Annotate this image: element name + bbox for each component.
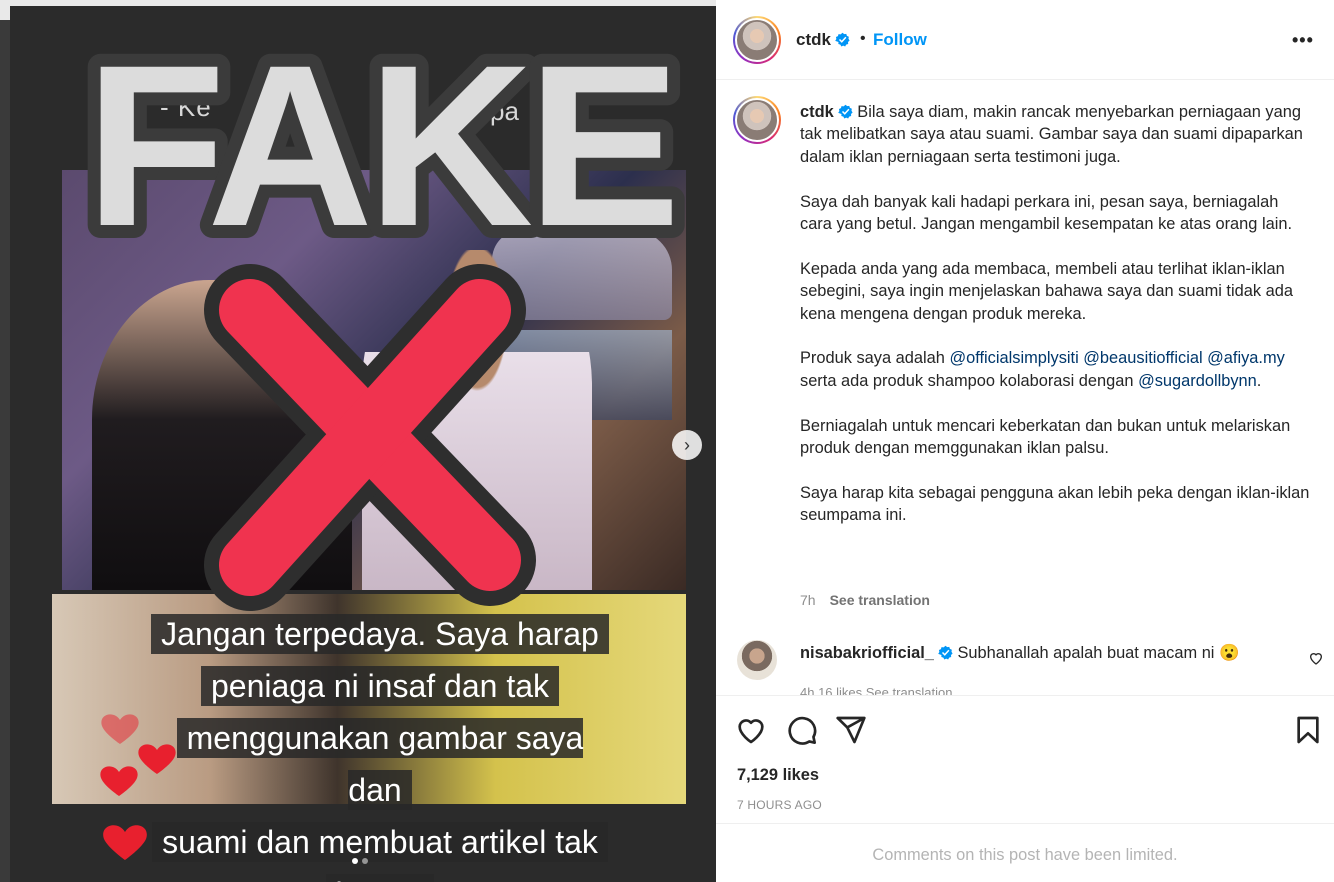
next-slide-button[interactable]: › [672, 430, 702, 460]
chevron-right-icon: › [684, 434, 690, 455]
caption-text: serta ada produk shampoo kolaborasi deng… [800, 371, 1134, 390]
media-caption-line: Jangan terpedaya. Saya harap [151, 614, 609, 654]
media-caption-line: benar. [325, 874, 435, 882]
mention-link[interactable]: @sugardollbynn [1138, 372, 1257, 390]
heart-icon[interactable] [1308, 650, 1324, 666]
avatar[interactable] [737, 640, 777, 680]
caption-paragraph: Saya dah banyak kali hadapi perkara ini,… [800, 192, 1293, 234]
caption-paragraph: Berniagalah untuk mencari keberkatan dan… [800, 416, 1291, 458]
media-caption-line: menggunakan gambar saya dan [176, 718, 584, 810]
caption-paragraph-products: Produk saya adalah @officialsimplysiti @… [800, 347, 1310, 392]
avatar[interactable] [733, 96, 781, 144]
post-timestamp[interactable]: 7 HOURS AGO [737, 798, 822, 812]
comment-icon[interactable] [786, 714, 818, 746]
likes-count[interactable]: 7,129 likes [737, 766, 819, 785]
username-text[interactable]: ctdk [796, 30, 831, 49]
mention-link[interactable]: @officialsimplysiti [949, 349, 1078, 367]
mention-link[interactable]: @afiya.my [1207, 349, 1285, 367]
carousel-indicator [352, 858, 368, 864]
see-translation-button[interactable]: See translation [830, 592, 930, 608]
media-caption-overlay: Jangan terpedaya. Saya harap peniaga ni … [150, 608, 610, 882]
caption-text: . [1256, 371, 1262, 390]
red-x-mark [204, 264, 536, 611]
comment-username[interactable]: nisabakriofficial_ [800, 644, 934, 662]
caption-username[interactable]: ctdk [800, 103, 834, 121]
carousel-dot [362, 858, 368, 864]
header-username[interactable]: ctdk [796, 30, 850, 50]
hearts-sticker [100, 714, 176, 860]
verified-badge-icon [837, 104, 853, 119]
comment: nisabakriofficial_ Subhanallah apalah bu… [800, 642, 1290, 664]
instagram-post-modal: - Ke r pa FAKE Jangan terpedaya. Saya ha… [0, 0, 1334, 882]
caption-paragraph: Bila saya diam, makin rancak menyebarkan… [800, 103, 1303, 166]
avatar[interactable] [733, 16, 781, 64]
verified-badge-icon [835, 32, 850, 47]
caption-meta: 7h See translation [800, 592, 930, 608]
post-comments-area[interactable]: ctdk Bila saya diam, makin rancak menyeb… [716, 80, 1334, 695]
post-side-panel: ctdk • Follow ••• ctdk Bila saya diam, m… [716, 0, 1334, 882]
svg-text:FAKE: FAKE [85, 17, 674, 260]
mention-link[interactable]: @beausitiofficial [1083, 349, 1202, 367]
post-actions: 7,129 likes 7 HOURS AGO [716, 695, 1334, 823]
post-media[interactable]: - Ke r pa FAKE Jangan terpedaya. Saya ha… [0, 0, 716, 882]
comment-meta: 4h 16 likes See translation [800, 685, 953, 695]
heart-icon[interactable] [735, 714, 767, 746]
separator-dot: • [860, 30, 866, 47]
caption-text: Produk saya adalah [800, 349, 945, 368]
caption-time[interactable]: 7h [800, 592, 816, 608]
bookmark-icon[interactable] [1292, 714, 1324, 746]
caption-paragraph: Saya harap kita sebagai pengguna akan le… [800, 483, 1310, 525]
comment-text: Subhanallah apalah buat macam ni 😮 [957, 644, 1240, 662]
follow-button[interactable]: Follow [873, 30, 927, 50]
caption-paragraph: Kepada anda yang ada membaca, membeli at… [800, 259, 1293, 323]
post-caption: ctdk Bila saya diam, makin rancak menyeb… [800, 101, 1310, 549]
more-options-icon[interactable]: ••• [1292, 30, 1314, 51]
comments-limited-notice: Comments on this post have been limited. [716, 823, 1334, 882]
fake-stamp: FAKE [72, 10, 690, 260]
media-caption-line: suami dan membuat artikel tak [152, 822, 608, 862]
post-header: ctdk • Follow ••• [716, 0, 1334, 80]
media-caption-line: peniaga ni insaf dan tak [200, 666, 560, 706]
share-icon[interactable] [835, 714, 867, 746]
verified-badge-icon [938, 645, 953, 660]
carousel-dot-active [352, 858, 358, 864]
